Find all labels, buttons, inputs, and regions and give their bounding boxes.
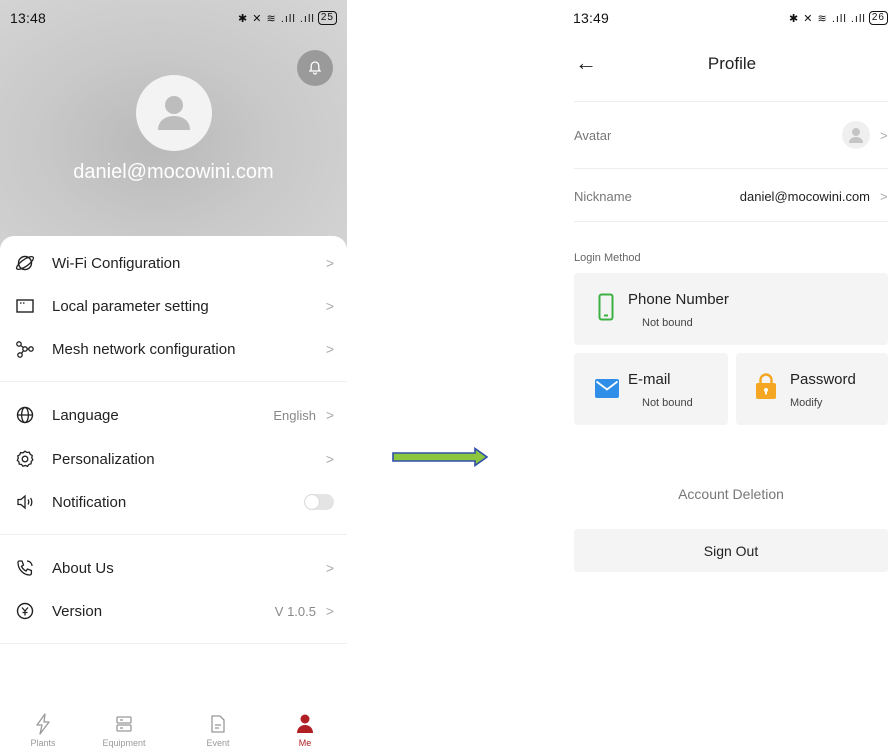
phone-icon xyxy=(14,557,36,579)
password-title: Password xyxy=(790,371,856,388)
status-bar: 13:48 ✱ ✕ ≋ .ıll .ıll 25 xyxy=(0,0,347,36)
menu-item-label: Version xyxy=(52,602,103,620)
chevron-right-icon: > xyxy=(325,341,334,357)
server-icon xyxy=(89,712,159,736)
menu-item-personalization[interactable]: Personalization > xyxy=(14,444,334,474)
tab-me[interactable]: Me xyxy=(270,712,340,748)
person-icon xyxy=(270,712,340,736)
avatar-row[interactable]: Avatar > xyxy=(574,120,888,150)
phone-number-status: Not bound xyxy=(642,317,693,329)
tab-equipment[interactable]: Equipment xyxy=(89,712,159,748)
avatar-label: Avatar xyxy=(574,127,612,143)
chevron-right-icon: > xyxy=(325,560,334,576)
menu-item-label: Mesh network configuration xyxy=(52,340,236,358)
sign-out-button[interactable]: Sign Out xyxy=(574,529,888,572)
nickname-label: Nickname xyxy=(574,188,632,204)
window-icon xyxy=(14,295,36,317)
menu-item-wifi-configuration[interactable]: Wi-Fi Configuration > xyxy=(14,248,334,278)
profile-email[interactable]: daniel@mocowini.com xyxy=(0,161,347,184)
nickname-value: daniel@mocowini.com xyxy=(739,188,870,204)
profile-header: 13:48 ✱ ✕ ≋ .ıll .ıll 25 daniel@mocowini… xyxy=(0,0,347,260)
email-title: E-mail xyxy=(628,371,671,388)
menu-item-notification: Notification xyxy=(14,487,334,517)
profile-screen: 13:49 ✱ ✕ ≋ .ıll .ıll 26 ← Profile Avata… xyxy=(557,0,888,756)
page-title: Profile xyxy=(707,54,757,73)
avatar[interactable] xyxy=(136,75,212,151)
tab-label: Equipment xyxy=(102,738,146,748)
lightning-icon xyxy=(8,712,78,736)
status-indicators: ✱ ✕ ≋ .ıll .ıll xyxy=(789,12,866,25)
version-value: V 1.0.5 xyxy=(274,603,316,619)
mesh-icon xyxy=(14,338,36,360)
account-deletion-link[interactable]: Account Deletion xyxy=(574,486,888,502)
menu-item-about-us[interactable]: About Us > xyxy=(14,553,334,583)
yen-circle-icon xyxy=(14,600,36,622)
menu-item-label: Personalization xyxy=(52,450,155,468)
divider xyxy=(574,168,888,169)
me-screen: 13:48 ✱ ✕ ≋ .ıll .ıll 25 daniel@mocowini… xyxy=(0,0,347,756)
bell-icon[interactable] xyxy=(297,50,333,86)
document-icon xyxy=(183,712,253,736)
tab-event[interactable]: Event xyxy=(183,712,253,748)
menu-item-local-parameter-setting[interactable]: Local parameter setting > xyxy=(14,291,334,321)
lock-icon xyxy=(755,372,777,405)
menu-item-label: Wi-Fi Configuration xyxy=(52,254,181,272)
bottom-tab-bar: Plants Equipment Event Me xyxy=(0,712,347,756)
status-time: 13:49 xyxy=(573,10,610,26)
login-method-title: Login Method xyxy=(574,252,641,264)
email-card[interactable]: E-mail Not bound xyxy=(574,353,728,425)
settings-menu: Wi-Fi Configuration > Local parameter se… xyxy=(0,236,347,756)
divider xyxy=(0,381,347,382)
menu-item-label: Language xyxy=(52,406,119,424)
phone-number-card[interactable]: Phone Number Not bound xyxy=(574,273,888,345)
chevron-right-icon: > xyxy=(325,451,334,467)
email-status: Not bound xyxy=(642,397,693,409)
chevron-right-icon: > xyxy=(880,127,888,143)
nickname-row[interactable]: Nickname daniel@mocowini.com > xyxy=(574,181,888,211)
chevron-right-icon: > xyxy=(880,188,888,204)
password-card[interactable]: Password Modify xyxy=(736,353,888,425)
status-time: 13:48 xyxy=(10,10,47,26)
status-bar: 13:49 ✱ ✕ ≋ .ıll .ıll 26 xyxy=(557,0,888,36)
divider xyxy=(574,221,888,222)
menu-item-mesh-network-configuration[interactable]: Mesh network configuration > xyxy=(14,334,334,364)
battery-icon: 25 xyxy=(317,11,337,25)
planet-icon xyxy=(14,252,36,274)
chevron-right-icon: > xyxy=(325,407,334,423)
menu-item-language[interactable]: Language English > xyxy=(14,400,334,430)
notification-toggle[interactable] xyxy=(304,494,334,510)
nav-bar: ← Profile xyxy=(557,44,888,84)
avatar xyxy=(842,121,870,149)
menu-item-version[interactable]: Version V 1.0.5 > xyxy=(14,596,334,626)
arrow-right-icon xyxy=(392,447,488,467)
menu-item-label: Local parameter setting xyxy=(52,297,209,315)
status-indicators: ✱ ✕ ≋ .ıll .ıll xyxy=(238,12,315,25)
tab-label: Me xyxy=(298,738,312,748)
gear-icon xyxy=(14,448,36,470)
password-modify: Modify xyxy=(790,397,823,409)
status-icons: ✱ ✕ ≋ .ıll .ıll 25 xyxy=(238,11,337,25)
phone-number-title: Phone Number xyxy=(628,291,729,308)
status-icons: ✱ ✕ ≋ .ıll .ıll 26 xyxy=(789,11,888,25)
mail-icon xyxy=(595,379,619,403)
language-value: English xyxy=(273,407,316,423)
globe-icon xyxy=(14,404,36,426)
tab-label: Plants xyxy=(30,738,56,748)
tab-label: Event xyxy=(206,738,230,748)
mobile-phone-icon xyxy=(598,293,614,326)
tab-plants[interactable]: Plants xyxy=(8,712,78,748)
chevron-right-icon: > xyxy=(325,603,334,619)
battery-icon: 26 xyxy=(868,11,888,25)
menu-item-label: Notification xyxy=(52,493,127,511)
chevron-right-icon: > xyxy=(325,298,334,314)
divider xyxy=(574,101,888,102)
divider xyxy=(0,534,347,535)
speaker-icon xyxy=(14,491,36,513)
divider xyxy=(0,643,347,644)
chevron-right-icon: > xyxy=(325,255,334,271)
menu-item-label: About Us xyxy=(52,559,114,577)
